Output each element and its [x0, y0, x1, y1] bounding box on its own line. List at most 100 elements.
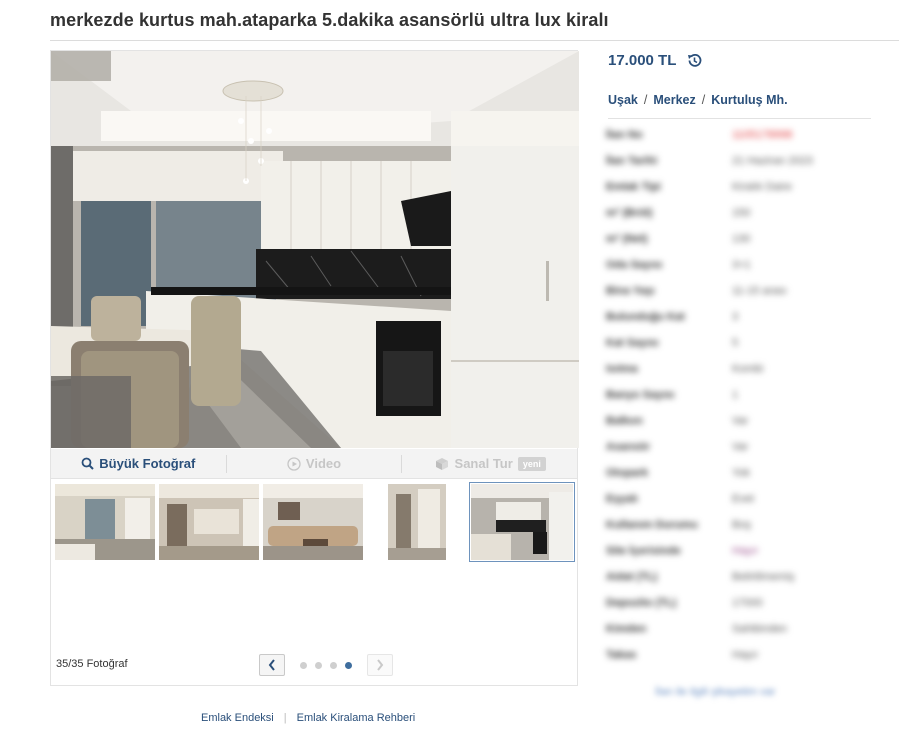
- page-dot[interactable]: [300, 661, 307, 669]
- info-row: Site İçerisinde Hayır: [606, 538, 871, 564]
- info-row: Depozito (TL) 17000: [606, 590, 871, 616]
- breadcrumb-city[interactable]: Uşak: [608, 93, 638, 107]
- info-key: Kimden: [606, 623, 647, 635]
- info-key: Kullanım Durumu: [606, 519, 698, 531]
- page-dot[interactable]: [330, 661, 337, 669]
- info-value: 17000: [732, 597, 763, 609]
- breadcrumb-neighborhood[interactable]: Kurtuluş Mh.: [711, 93, 787, 107]
- info-key: Bulunduğu Kat: [606, 311, 685, 323]
- info-row: m² (Net) 130: [606, 226, 871, 252]
- info-key: m² (Net): [606, 233, 648, 245]
- history-icon[interactable]: [686, 52, 703, 69]
- info-value: Boş: [732, 519, 751, 531]
- chevron-right-icon: [377, 659, 384, 671]
- virtual-tour-button[interactable]: Sanal Tur yeni: [402, 449, 577, 479]
- price-row: 17.000 TL: [608, 52, 703, 69]
- info-key: Oda Sayısı: [606, 259, 663, 271]
- report-listing-link[interactable]: İlan ile ilgili şikayetim var: [655, 686, 775, 698]
- info-row: Eşyalı Evet: [606, 486, 871, 512]
- thumbnail[interactable]: [388, 484, 446, 560]
- breadcrumb-separator: /: [643, 93, 648, 107]
- chevron-left-icon: [268, 659, 275, 671]
- new-badge: yeni: [517, 456, 546, 471]
- info-key: Aidat (TL): [606, 571, 658, 583]
- photo-toolbar: Büyük Fotoğraf Video Sanal Tur yeni: [51, 449, 577, 479]
- info-key: Bina Yaşı: [606, 285, 655, 297]
- thumbnail[interactable]: [159, 484, 259, 560]
- thumbnail[interactable]: [263, 484, 363, 560]
- info-value: 11-15 arası: [732, 285, 787, 297]
- info-value: Kiralık Daire: [732, 181, 792, 193]
- big-photo-label: Büyük Fotoğraf: [99, 456, 196, 471]
- info-row: Aidat (TL) Belirtilmemiş: [606, 564, 871, 590]
- info-row: Oda Sayısı 3+1: [606, 252, 871, 278]
- main-photo[interactable]: [51, 51, 579, 448]
- info-value: 5: [732, 337, 739, 349]
- info-key: Kat Sayısı: [606, 337, 659, 349]
- info-value: Hayır: [732, 649, 759, 661]
- info-row: İlan No 1105178998: [606, 122, 871, 148]
- big-photo-button[interactable]: Büyük Fotoğraf: [51, 449, 226, 479]
- info-key: Balkon: [606, 415, 643, 427]
- info-value: Belirtilmemiş: [732, 571, 795, 583]
- info-key: İlan Tarihi: [606, 155, 658, 167]
- info-row: Balkon Var: [606, 408, 871, 434]
- info-row: Bina Yaşı 11-15 arası: [606, 278, 871, 304]
- page-dot[interactable]: [315, 661, 322, 669]
- info-key: Emlak Tipi: [606, 181, 661, 193]
- info-value: Hayır: [732, 545, 759, 557]
- video-button[interactable]: Video: [227, 449, 402, 479]
- info-key: Site İçerisinde: [606, 545, 681, 557]
- info-key: Asansör: [606, 441, 651, 453]
- info-value: 1: [732, 389, 739, 401]
- location-breadcrumb: Uşak / Merkez / Kurtuluş Mh.: [608, 93, 788, 107]
- next-page-button[interactable]: [367, 654, 393, 676]
- listing-title: merkezde kurtus mah.ataparka 5.dakika as…: [50, 10, 609, 30]
- footer-separator: |: [283, 712, 287, 724]
- info-value: 21 Haziran 2023: [732, 155, 813, 167]
- info-value: 130: [732, 233, 751, 245]
- cube-360-icon: [435, 457, 448, 470]
- breadcrumb-district[interactable]: Merkez: [653, 93, 695, 107]
- listing-info-table: İlan No 1105178998 İlan Tarihi 21 Haziran …: [606, 122, 871, 668]
- info-value: 3+1: [732, 259, 751, 271]
- info-value: Evet: [732, 493, 755, 505]
- info-row: Bulunduğu Kat 3: [606, 304, 871, 330]
- info-divider: [608, 118, 871, 119]
- price: 17.000 TL: [608, 52, 677, 69]
- info-row: Kat Sayısı 5: [606, 330, 871, 356]
- info-value: 3: [732, 311, 739, 323]
- title-divider: [50, 40, 899, 41]
- thumbnail-selected[interactable]: [469, 482, 575, 562]
- info-row: Otopark Yok: [606, 460, 871, 486]
- info-value: Sahibinden: [732, 623, 788, 635]
- thumbnail-pager: [259, 654, 393, 676]
- info-key: Isıtma: [606, 363, 638, 375]
- info-value: Yok: [732, 467, 750, 479]
- emlak-kiralama-rehberi-link[interactable]: Emlak Kiralama Rehberi: [297, 712, 416, 724]
- prev-page-button[interactable]: [259, 654, 285, 676]
- virtual-tour-label: Sanal Tur: [454, 456, 513, 471]
- info-row: Isıtma Kombi: [606, 356, 871, 382]
- breadcrumb-separator: /: [701, 93, 706, 107]
- page-dot-active[interactable]: [345, 661, 352, 669]
- emlak-endeksi-link[interactable]: Emlak Endeksi: [201, 712, 274, 724]
- info-value: Kombi: [732, 363, 764, 375]
- play-icon: [287, 456, 301, 471]
- info-value: 150: [732, 207, 751, 219]
- thumbnail[interactable]: [55, 484, 155, 560]
- info-key: Eşyalı: [606, 493, 638, 505]
- info-row: Asansör Var: [606, 434, 871, 460]
- info-row: Banyo Sayısı 1: [606, 382, 871, 408]
- footer-links: Emlak Endeksi | Emlak Kiralama Rehberi: [201, 712, 415, 724]
- photo-gallery: Büyük Fotoğraf Video Sanal Tur yeni 35/3…: [50, 50, 579, 686]
- video-label: Video: [305, 456, 342, 471]
- info-key: İlan No: [606, 129, 643, 141]
- info-key: Takas: [606, 649, 637, 661]
- info-key: Depozito (TL): [606, 597, 677, 609]
- info-key: Banyo Sayısı: [606, 389, 675, 401]
- info-row: m² (Brüt) 150: [606, 200, 871, 226]
- info-value: 1105178998: [732, 129, 793, 141]
- info-value: Var: [732, 441, 749, 453]
- search-icon: [81, 457, 95, 470]
